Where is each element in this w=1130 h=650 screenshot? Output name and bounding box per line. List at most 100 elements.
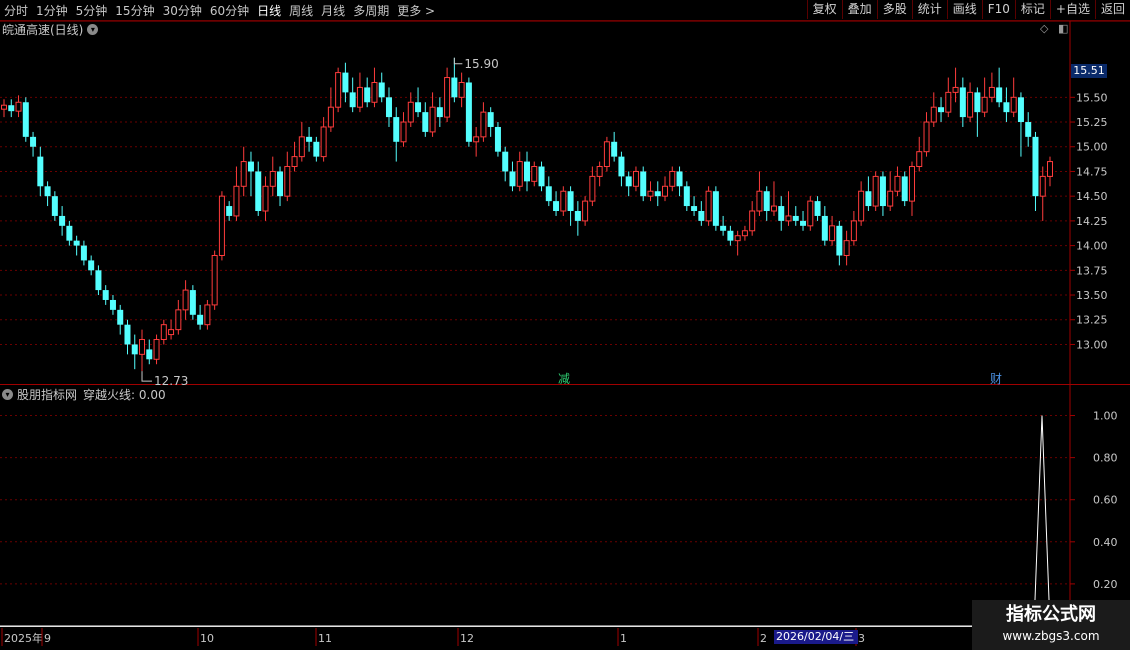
diamond-icon[interactable]: ◇: [1040, 22, 1048, 35]
candle-body-up: [429, 106, 436, 133]
price-tick-label: 14.25: [1076, 215, 1108, 228]
candle-body-down: [1025, 122, 1032, 137]
candle-body-up: [589, 175, 596, 202]
marker-finance[interactable]: 财: [990, 370, 1002, 387]
candle-body-down: [683, 186, 690, 207]
candle-body-down: [37, 156, 44, 187]
price-tick-label: 15.25: [1076, 116, 1108, 129]
candle-body-up: [843, 240, 850, 256]
chevron-down-icon[interactable]: ▾: [2, 388, 13, 400]
candle-body-down: [364, 87, 371, 103]
candle-body-up: [1039, 175, 1046, 197]
candle-body-down: [698, 211, 705, 221]
candle-body-up: [981, 96, 988, 113]
indicator-tick-label: 0.40: [1093, 536, 1118, 549]
candle-body-down: [712, 191, 719, 226]
candle-body-down: [415, 102, 422, 113]
candle-body-up: [444, 77, 451, 118]
indicator-tick-label: 0.80: [1093, 452, 1118, 465]
price-tick-label: 13.75: [1076, 264, 1108, 277]
candle-body-up: [204, 304, 211, 326]
indicator-tick-label: 1.00: [1093, 410, 1118, 423]
candle-body-down: [277, 171, 284, 197]
candle-body-up: [872, 175, 879, 207]
candle-body-up: [850, 220, 857, 242]
candle-body-down: [836, 225, 843, 256]
candle-body-up: [1, 104, 7, 110]
candle-body-down: [8, 105, 15, 112]
candle-body-up: [240, 161, 247, 187]
candle-body-up: [298, 136, 305, 158]
candle-body-up: [945, 91, 952, 113]
candle-body-down: [131, 344, 138, 355]
candle-body-up: [756, 190, 763, 212]
candle-body-up: [770, 205, 777, 212]
candle-body-up: [269, 170, 276, 187]
candle-body-up: [662, 185, 669, 197]
kline-chart[interactable]: 15.50 15.25 15.00 14.75 14.50 14.25 14.00 13.75…: [0, 0, 1130, 650]
candle-body-down: [640, 171, 647, 197]
indicator-line-label: 穿越火线: 0.00: [83, 387, 166, 402]
indicator-tick-label: 0.20: [1093, 578, 1118, 591]
high-label: 15.90: [464, 57, 498, 71]
candle-body-down: [80, 245, 87, 261]
candle-body-down: [59, 215, 66, 226]
candle-body-down: [800, 220, 807, 226]
candle-body-up: [327, 106, 334, 128]
candle-body-down: [727, 230, 734, 241]
candle-body-up: [218, 195, 225, 256]
candle-body-down: [959, 87, 966, 118]
candle-body-up: [829, 225, 836, 242]
candle-body-up: [160, 324, 167, 341]
candle-body-down: [879, 176, 886, 207]
time-label: 3: [858, 632, 865, 645]
chevron-down-icon[interactable]: ▾: [87, 23, 99, 35]
candle-body-down: [226, 206, 233, 216]
cursor-date-badge: 2026/02/04/三: [774, 630, 858, 644]
candle-body-up: [531, 166, 538, 182]
candle-body-up: [211, 254, 218, 306]
time-label: 2: [760, 632, 767, 645]
candle-body-up: [967, 91, 974, 118]
candle-body-down: [1017, 97, 1024, 123]
candle-body-down: [720, 225, 727, 231]
price-tick-label: 15.50: [1076, 91, 1108, 104]
watermark-url: www.zbgs3.com: [1002, 629, 1100, 643]
candle-body-up: [930, 106, 937, 123]
candle-body-down: [189, 290, 196, 315]
price-tick-label: 15.00: [1076, 141, 1108, 154]
low-pointer: [141, 371, 153, 382]
current-price-badge: 15.51: [1071, 64, 1107, 78]
time-label: 1: [620, 632, 627, 645]
candle-body-down: [197, 314, 204, 325]
candle-body-down: [1003, 102, 1010, 113]
candle-body-down: [1032, 136, 1039, 197]
indicator-name: 股朋指标网: [17, 387, 78, 402]
candle-body-up: [908, 166, 915, 202]
candle-body-down: [255, 171, 262, 211]
candle-body-down: [451, 77, 458, 98]
indicator-title-bar: ▾ 股朋指标网 穿越火线: 0.00: [2, 386, 166, 402]
candle-body-down: [938, 107, 945, 113]
price-tick-label: 14.00: [1076, 240, 1108, 253]
candle-body-down: [538, 166, 545, 187]
candle-body-up: [734, 235, 741, 242]
window-icon[interactable]: ◧: [1058, 22, 1068, 35]
candle-body-down: [974, 92, 981, 113]
candle-body-up: [952, 86, 959, 93]
candle-body-up: [807, 200, 814, 227]
candle-body-down: [487, 112, 494, 127]
candle-body-up: [741, 230, 748, 237]
candle-body-down: [574, 211, 581, 221]
candle-body-up: [480, 111, 487, 138]
panel-controls: ◇ ◧: [1040, 22, 1068, 35]
candle-body-up: [284, 166, 291, 197]
time-label: 9: [44, 632, 51, 645]
candle-body-up: [458, 81, 465, 98]
candle-body-up: [916, 151, 923, 168]
candle-body-down: [502, 151, 509, 172]
price-tick-label: 14.75: [1076, 165, 1108, 178]
candle-body-down: [792, 215, 799, 221]
candle-body-down: [95, 270, 102, 291]
marker-reduce[interactable]: 减: [558, 370, 570, 387]
